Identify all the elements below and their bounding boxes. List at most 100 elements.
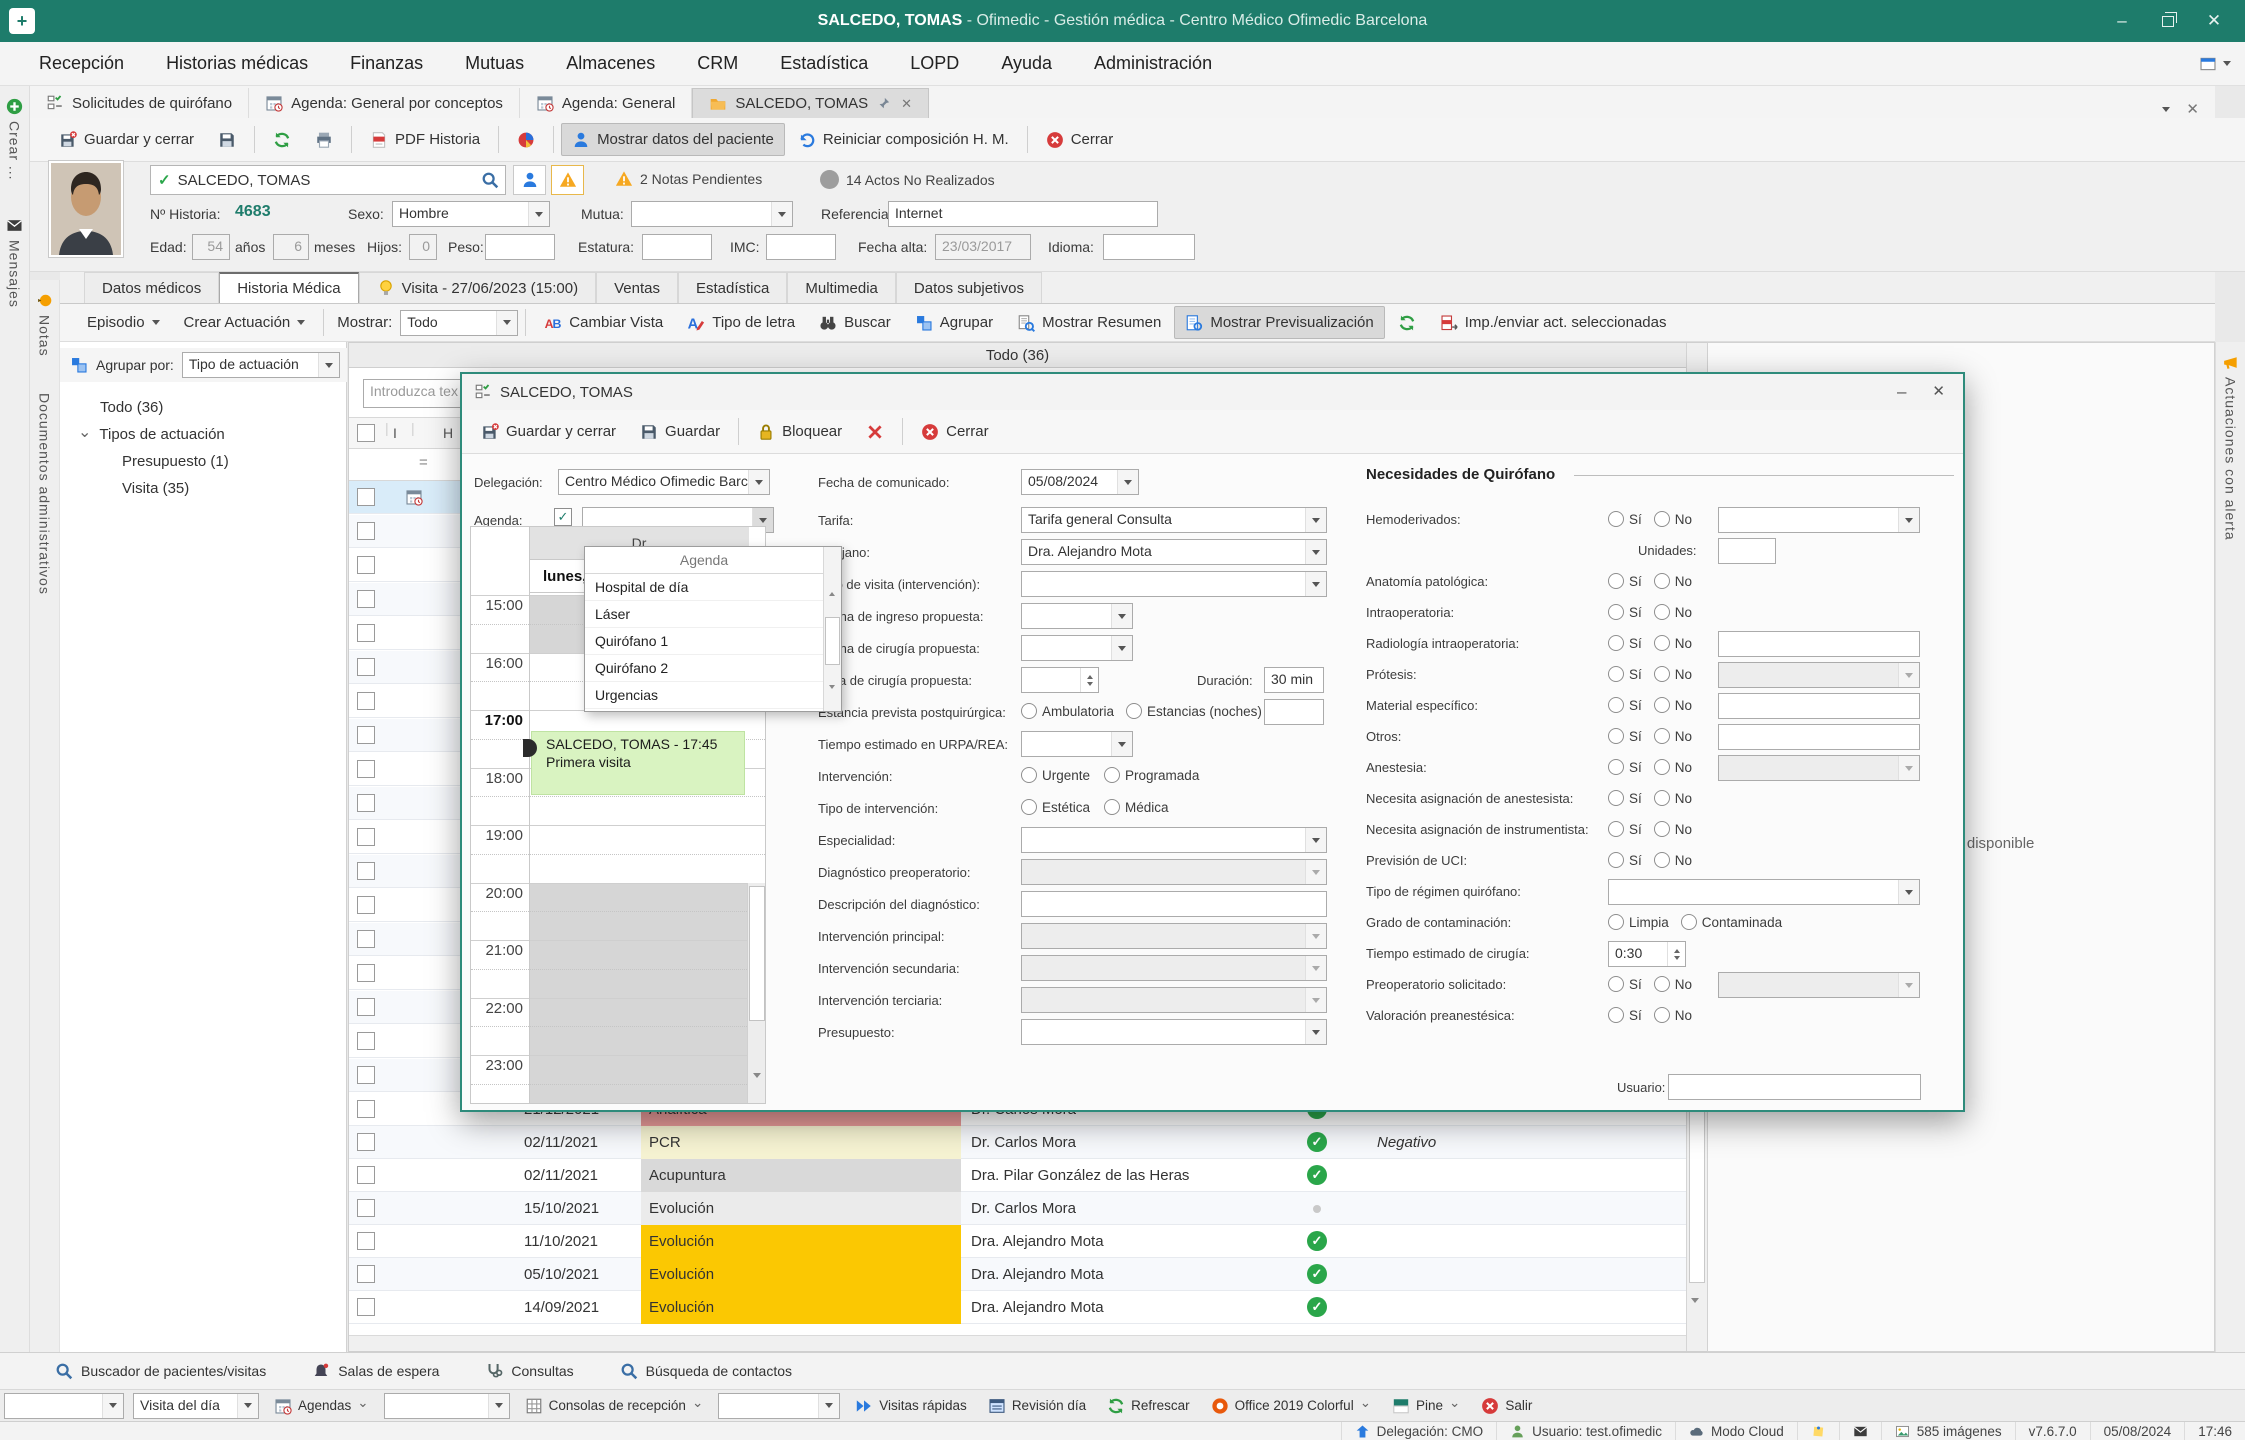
history-row[interactable]: 14/09/2021EvoluciónDra. Alejandro Mota✓ <box>349 1291 1686 1324</box>
toolbar-guardar-y-cerrar[interactable]: Guardar y cerrar <box>48 123 205 156</box>
actions-crear-actuaci-n[interactable]: Crear Actuación <box>173 306 317 339</box>
row-checkbox[interactable] <box>357 896 375 914</box>
unidades-input[interactable] <box>1718 538 1776 564</box>
menu-ayuda[interactable]: Ayuda <box>980 53 1073 74</box>
table-group-header[interactable]: Todo (36) <box>349 343 1686 368</box>
status-sticky[interactable] <box>1797 1422 1839 1440</box>
dialog-cerrar[interactable]: Cerrar <box>910 415 1000 448</box>
status-mail[interactable] <box>1839 1422 1881 1440</box>
needs-combo-disabled[interactable] <box>1718 972 1920 998</box>
row-checkbox[interactable] <box>357 692 375 710</box>
row-checkbox[interactable] <box>357 1032 375 1050</box>
dialog-close-button[interactable]: ✕ <box>1932 382 1945 402</box>
section-tab-multimedia[interactable]: Multimedia <box>787 272 896 303</box>
radio-no[interactable]: No <box>1654 759 1692 775</box>
radio-est-tica[interactable]: Estética <box>1021 799 1090 815</box>
row-checkbox[interactable] <box>357 964 375 982</box>
row-checkbox[interactable] <box>357 998 375 1016</box>
toolbar-mostrar-datos-del-paciente[interactable]: Mostrar datos del paciente <box>561 123 785 156</box>
fecha-alta-input[interactable]: 23/03/2017 <box>935 234 1031 260</box>
dock-tab-crear-[interactable]: Crear ... <box>6 98 23 181</box>
radio-s-[interactable]: Sí <box>1608 728 1642 744</box>
dock-consultas[interactable]: Consultas <box>485 1362 573 1380</box>
row-checkbox[interactable] <box>357 1066 375 1084</box>
needs-input[interactable] <box>1718 693 1920 719</box>
field-combo[interactable] <box>1021 603 1133 629</box>
tools-combo[interactable] <box>4 1393 124 1419</box>
toolbar-floppy[interactable] <box>207 123 247 156</box>
menu-recepci-n[interactable]: Recepción <box>18 53 145 74</box>
tree-expand-icon[interactable]: ⌄ <box>78 422 91 442</box>
agenda-option-l-ser[interactable]: Láser <box>585 601 823 628</box>
radio-no[interactable]: No <box>1654 697 1692 713</box>
popup-scrollbar[interactable] <box>823 547 841 711</box>
status-usuario-test-ofimedic[interactable]: Usuario: test.ofimedic <box>1496 1422 1675 1440</box>
dock-tab-documentos-administrativos[interactable]: Documentos administrativos <box>37 393 53 595</box>
radio-no[interactable]: No <box>1654 790 1692 806</box>
field-spinner[interactable] <box>1021 667 1099 693</box>
agrupar-combo[interactable]: Tipo de actuación <box>182 352 340 378</box>
actions-imp-enviar-act-seleccionadas[interactable]: Imp./enviar act. seleccionadas <box>1429 306 1678 339</box>
tree-item-visita-35-[interactable]: Visita (35) <box>60 475 347 502</box>
pending-acts-badge[interactable]: 14 Actos No Realizados <box>820 170 995 189</box>
section-tab-ventas[interactable]: Ventas <box>596 272 678 303</box>
table-horizontal-scrollbar[interactable] <box>349 1335 1686 1351</box>
tree-item-todo-36-[interactable]: Todo (36) <box>60 394 347 421</box>
radio-s-[interactable]: Sí <box>1608 759 1642 775</box>
tab-list-dropdown-icon[interactable] <box>2162 107 2170 116</box>
field-combo-disabled[interactable] <box>1021 955 1327 981</box>
field-combo[interactable]: Dra. Alejandro Mota <box>1021 539 1327 565</box>
hijos-input[interactable]: 0 <box>409 234 437 260</box>
dialog-minimize-button[interactable]: – <box>1897 382 1906 402</box>
actions-mostrar-previsualizaci-n[interactable]: Mostrar Previsualización <box>1174 306 1384 339</box>
toolbar-reiniciar-composici-n-h-m-[interactable]: Reiniciar composición H. M. <box>787 123 1020 156</box>
status-v7-6-7-0[interactable]: v7.6.7.0 <box>2015 1422 2090 1440</box>
menu-mutuas[interactable]: Mutuas <box>444 53 545 74</box>
patient-alerts-button[interactable] <box>551 165 584 195</box>
radio-no[interactable]: No <box>1654 635 1692 651</box>
field-combo[interactable] <box>1021 731 1133 757</box>
tree-item-tipos-de-actuaci-n[interactable]: ⌄Tipos de actuación <box>60 421 347 448</box>
actions-tipo-de-letra[interactable]: Tipo de letra <box>676 306 806 339</box>
needs-combo-disabled[interactable] <box>1718 662 1920 688</box>
radio-s-[interactable]: Sí <box>1608 511 1642 527</box>
patient-search-input[interactable]: ✓ SALCEDO, TOMAS <box>150 165 506 195</box>
section-tab-visita-27-06-2023-15-00-[interactable]: Visita - 27/06/2023 (15:00) <box>359 272 597 303</box>
menu-estad-stica[interactable]: Estadística <box>759 53 889 74</box>
tools-visitas-r-pidas[interactable]: Visitas rápidas <box>849 1393 973 1419</box>
radio-no[interactable]: No <box>1654 728 1692 744</box>
radio-no[interactable]: No <box>1654 573 1692 589</box>
idioma-input[interactable] <box>1103 234 1195 260</box>
status-05-08-2024[interactable]: 05/08/2024 <box>2090 1422 2185 1440</box>
fecha-comunicado-combo[interactable]: 05/08/2024 <box>1021 469 1139 495</box>
agenda-option-urgencias[interactable]: Urgencias <box>585 682 823 709</box>
field-combo[interactable] <box>1021 827 1327 853</box>
radio-estancias-noches-[interactable]: Estancias (noches) <box>1126 703 1262 719</box>
agenda-option-hospital-de-d-a[interactable]: Hospital de día <box>585 574 823 601</box>
tab-agenda-general[interactable]: Agenda: General <box>520 88 692 118</box>
menu-historias-m-dicas[interactable]: Historias médicas <box>145 53 329 74</box>
section-tab-datos-subjetivos[interactable]: Datos subjetivos <box>896 272 1042 303</box>
row-checkbox[interactable] <box>357 556 375 574</box>
actions-buscar[interactable]: Buscar <box>808 306 902 339</box>
estancias-input[interactable] <box>1264 699 1324 725</box>
actions-agrupar[interactable]: Agrupar <box>904 306 1004 339</box>
history-row[interactable]: 11/10/2021EvoluciónDra. Alejandro Mota✓ <box>349 1225 1686 1258</box>
radio-no[interactable]: No <box>1654 821 1692 837</box>
status-17-46[interactable]: 17:46 <box>2184 1422 2245 1440</box>
status-delegaci-n-cmo[interactable]: Delegación: CMO <box>1341 1422 1497 1440</box>
radio-no[interactable]: No <box>1654 511 1692 527</box>
history-row[interactable]: 02/11/2021PCRDr. Carlos Mora✓Negativo <box>349 1126 1686 1159</box>
calendar-appointment[interactable]: SALCEDO, TOMAS - 17:45Primera visita <box>531 731 745 795</box>
row-checkbox[interactable] <box>357 1199 375 1217</box>
row-checkbox[interactable] <box>357 1166 375 1184</box>
row-checkbox[interactable] <box>357 1232 375 1250</box>
menu-finanzas[interactable]: Finanzas <box>329 53 444 74</box>
window-minimize-button[interactable]: – <box>2099 5 2145 37</box>
radio-s-[interactable]: Sí <box>1608 573 1642 589</box>
search-icon[interactable] <box>481 171 499 189</box>
radio-s-[interactable]: Sí <box>1608 635 1642 651</box>
tab-close-icon[interactable]: ✕ <box>901 96 912 112</box>
window-restore-button[interactable] <box>2145 5 2191 37</box>
actions-episodio[interactable]: Episodio <box>76 306 171 339</box>
